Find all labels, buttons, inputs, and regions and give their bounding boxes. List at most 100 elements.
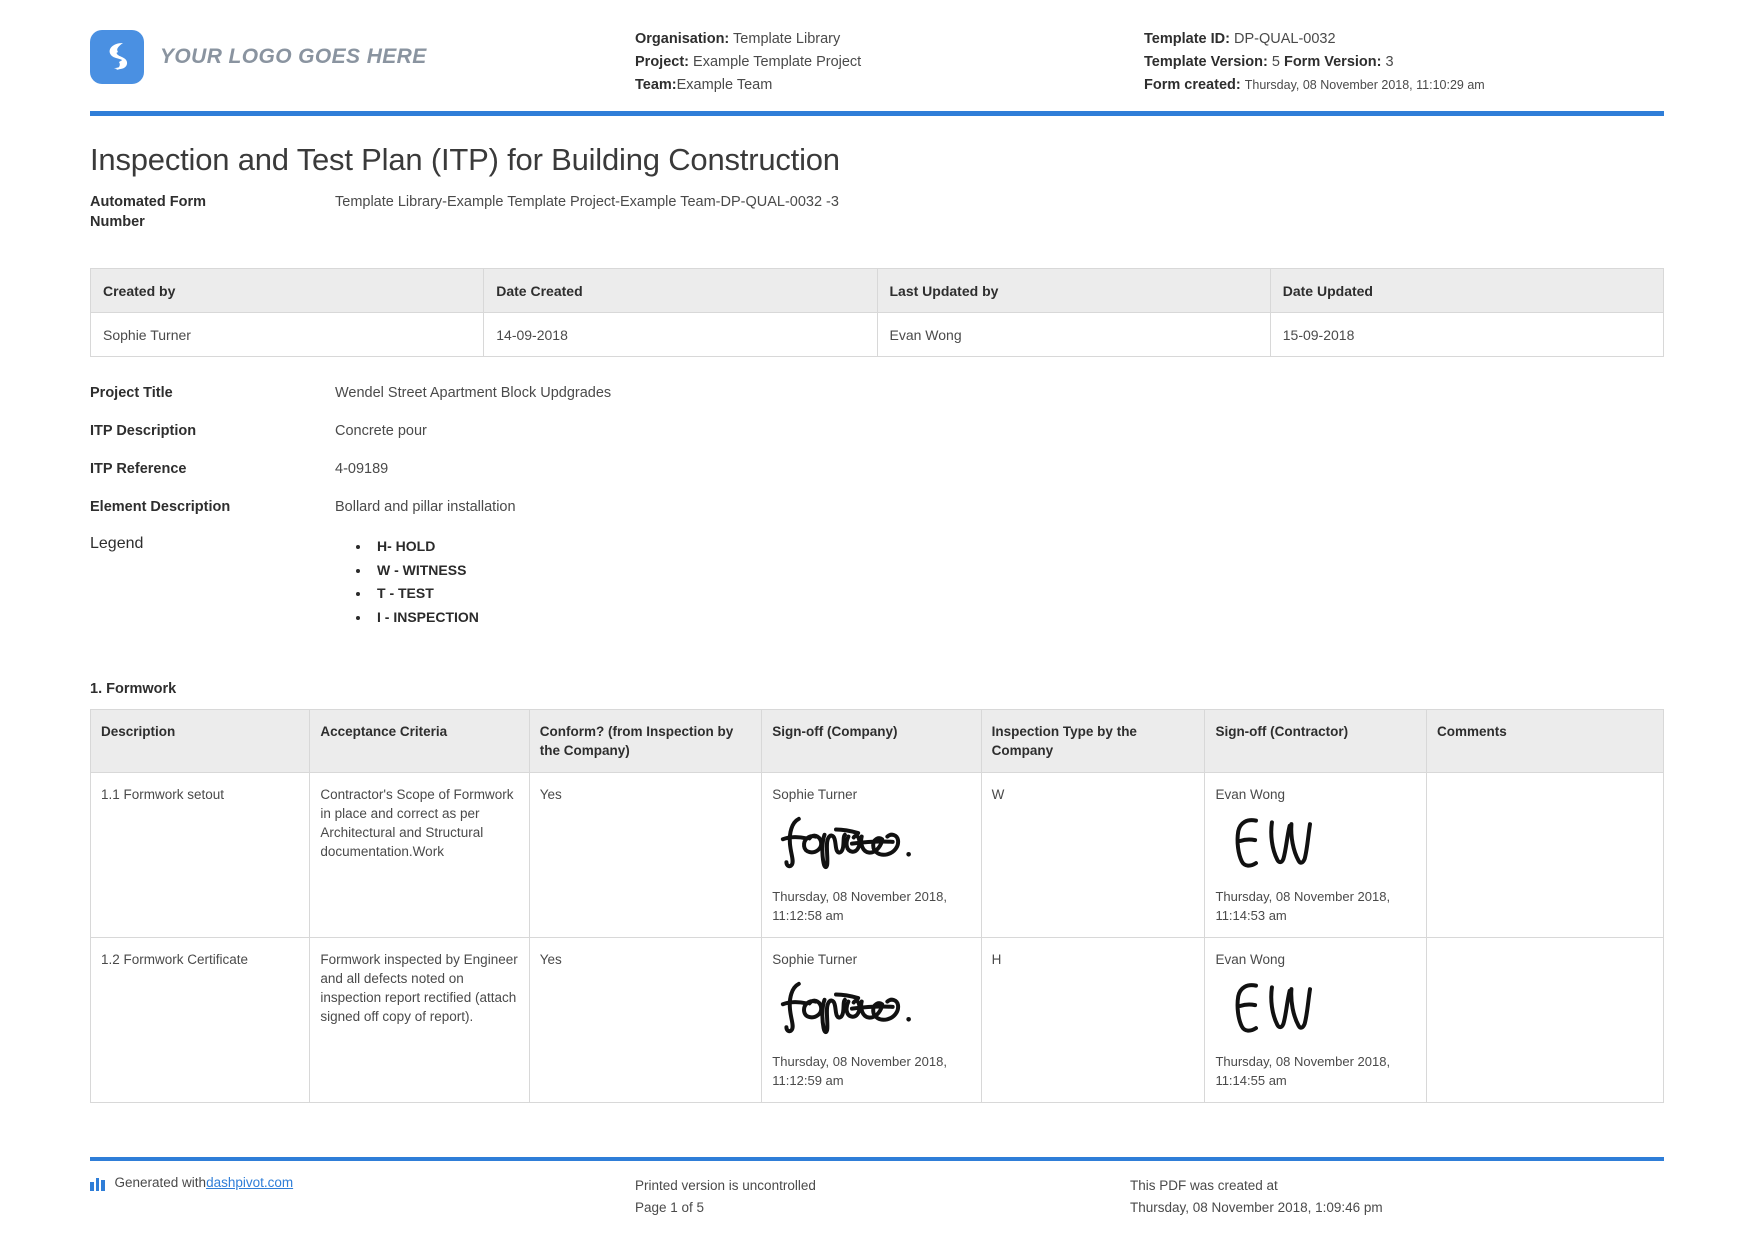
form-version-label: Form Version: <box>1284 54 1382 70</box>
form-version-value: 3 <box>1386 54 1394 70</box>
organisation-line: Organisation: Template Library <box>635 28 1130 51</box>
automated-form-number-label: Automated Form Number <box>90 192 335 232</box>
generated-with-text: Generated with <box>115 1175 207 1190</box>
signature-evan-wong <box>1217 810 1394 872</box>
cell-inspection-type: H <box>981 938 1205 1103</box>
meta-value-created-by: Sophie Turner <box>91 313 484 357</box>
automated-form-number-row: Automated Form Number Template Library-E… <box>90 192 1664 232</box>
document-footer: Generated with dashpivot.com Printed ver… <box>90 1161 1664 1219</box>
field-element-description: Element Description Bollard and pillar i… <box>90 497 1664 518</box>
table-row: 1.2 Formwork Certificate Formwork inspec… <box>91 938 1664 1103</box>
form-created-line: Form created: Thursday, 08 November 2018… <box>1144 74 1664 97</box>
cell-comments <box>1427 938 1664 1103</box>
signoff-contractor-name: Evan Wong <box>1215 785 1416 804</box>
signoff-company-date: Thursday, 08 November 2018, 11:12:58 am <box>772 887 970 925</box>
field-project-title: Project Title Wendel Street Apartment Bl… <box>90 383 1664 404</box>
cell-signoff-contractor: Evan Wong Thursday, 08 November 2018, 11… <box>1205 938 1427 1103</box>
page-number: Page 1 of 5 <box>635 1197 1130 1219</box>
pdf-created-label: This PDF was created at <box>1130 1175 1664 1197</box>
meta-header-created-by: Created by <box>91 269 484 313</box>
table-header-row: Created by Date Created Last Updated by … <box>91 269 1664 313</box>
signoff-company-date: Thursday, 08 November 2018, 11:12:59 am <box>772 1052 970 1090</box>
cell-signoff-contractor: Evan Wong Thursday, 08 November 2018, 11… <box>1205 773 1427 938</box>
signature-sophie-turner <box>774 810 951 872</box>
field-value: Wendel Street Apartment Block Updgrades <box>335 383 611 404</box>
meta-value-date-created: 14-09-2018 <box>484 313 877 357</box>
signoff-company-name: Sophie Turner <box>772 785 970 804</box>
team-label: Team: <box>635 77 677 93</box>
field-itp-description: ITP Description Concrete pour <box>90 421 1664 442</box>
table-row: Sophie Turner 14-09-2018 Evan Wong 15-09… <box>91 313 1664 357</box>
signoff-company-name: Sophie Turner <box>772 950 970 969</box>
dashpivot-logo-icon <box>90 1177 107 1191</box>
organisation-value: Template Library <box>733 31 840 47</box>
header-divider <box>90 111 1664 116</box>
header-template-meta: Template ID: DP-QUAL-0032 Template Versi… <box>1130 22 1664 97</box>
header-org-meta: Organisation: Template Library Project: … <box>635 22 1130 97</box>
cell-description: 1.1 Formwork setout <box>91 773 310 938</box>
table-row: 1.1 Formwork setout Contractor's Scope o… <box>91 773 1664 938</box>
field-legend: Legend H- HOLD W - WITNESS T - TEST I - … <box>90 535 1664 629</box>
template-version-value: 5 <box>1272 54 1280 70</box>
organisation-label: Organisation: <box>635 31 729 47</box>
signature-sophie-turner <box>774 975 951 1037</box>
dashpivot-link[interactable]: dashpivot.com <box>206 1175 293 1190</box>
meta-header-date-updated: Date Updated <box>1270 269 1663 313</box>
cell-signoff-company: Sophie Turner <box>762 938 981 1103</box>
field-label: ITP Description <box>90 421 335 442</box>
legend-item-hold: H- HOLD <box>371 535 479 559</box>
legend-list: H- HOLD W - WITNESS T - TEST I - INSPECT… <box>335 535 479 629</box>
record-meta-table: Created by Date Created Last Updated by … <box>90 268 1664 357</box>
table-header-row: Description Acceptance Criteria Conform?… <box>91 710 1664 773</box>
field-label: ITP Reference <box>90 459 335 480</box>
field-label: Project Title <box>90 383 335 404</box>
template-version-label: Template Version: <box>1144 54 1268 70</box>
legend-item-inspection: I - INSPECTION <box>371 606 479 630</box>
legend-label: Legend <box>90 535 335 629</box>
cell-signoff-company: Sophie Turner <box>762 773 981 938</box>
meta-value-date-updated: 15-09-2018 <box>1270 313 1663 357</box>
col-header-signoff-contractor: Sign-off (Contractor) <box>1205 710 1427 773</box>
field-label: Element Description <box>90 497 335 518</box>
logo-block: YOUR LOGO GOES HERE <box>90 22 635 84</box>
signature-evan-wong <box>1217 975 1394 1037</box>
printed-version-notice: Printed version is uncontrolled <box>635 1175 1130 1197</box>
team-line: Team:Example Team <box>635 74 1130 97</box>
cell-acceptance-criteria: Contractor's Scope of Formwork in place … <box>310 773 529 938</box>
meta-value-last-updated-by: Evan Wong <box>877 313 1270 357</box>
field-value: Concrete pour <box>335 421 427 442</box>
cell-description: 1.2 Formwork Certificate <box>91 938 310 1103</box>
logo-text: YOUR LOGO GOES HERE <box>160 45 427 69</box>
col-header-conform: Conform? (from Inspection by the Company… <box>529 710 762 773</box>
field-value: Bollard and pillar installation <box>335 497 516 518</box>
template-id-line: Template ID: DP-QUAL-0032 <box>1144 28 1664 51</box>
team-value: Example Team <box>677 77 773 93</box>
footer-generated-by: Generated with dashpivot.com <box>90 1175 635 1219</box>
meta-header-last-updated-by: Last Updated by <box>877 269 1270 313</box>
cell-comments <box>1427 773 1664 938</box>
col-header-comments: Comments <box>1427 710 1664 773</box>
cell-conform: Yes <box>529 773 762 938</box>
company-logo-icon <box>90 30 144 84</box>
page-title: Inspection and Test Plan (ITP) for Build… <box>90 142 1664 178</box>
detail-fields: Project Title Wendel Street Apartment Bl… <box>90 383 1664 629</box>
legend-item-test: T - TEST <box>371 582 479 606</box>
cell-acceptance-criteria: Formwork inspected by Engineer and all d… <box>310 938 529 1103</box>
col-header-acceptance-criteria: Acceptance Criteria <box>310 710 529 773</box>
signoff-contractor-date: Thursday, 08 November 2018, 11:14:53 am <box>1215 887 1416 925</box>
template-version-line: Template Version: 5 Form Version: 3 <box>1144 51 1664 74</box>
footer-print-notice: Printed version is uncontrolled Page 1 o… <box>635 1175 1130 1219</box>
footer-created-at: This PDF was created at Thursday, 08 Nov… <box>1130 1175 1664 1219</box>
signoff-contractor-date: Thursday, 08 November 2018, 11:14:55 am <box>1215 1052 1416 1090</box>
template-id-label: Template ID: <box>1144 31 1230 47</box>
meta-header-date-created: Date Created <box>484 269 877 313</box>
legend-item-witness: W - WITNESS <box>371 559 479 583</box>
signoff-contractor-name: Evan Wong <box>1215 950 1416 969</box>
field-itp-reference: ITP Reference 4-09189 <box>90 459 1664 480</box>
project-value: Example Template Project <box>693 54 861 70</box>
itp-formwork-table: Description Acceptance Criteria Conform?… <box>90 709 1664 1103</box>
cell-inspection-type: W <box>981 773 1205 938</box>
document-header: YOUR LOGO GOES HERE Organisation: Templa… <box>90 0 1664 111</box>
form-created-label: Form created: <box>1144 77 1241 93</box>
col-header-inspection-type: Inspection Type by the Company <box>981 710 1205 773</box>
